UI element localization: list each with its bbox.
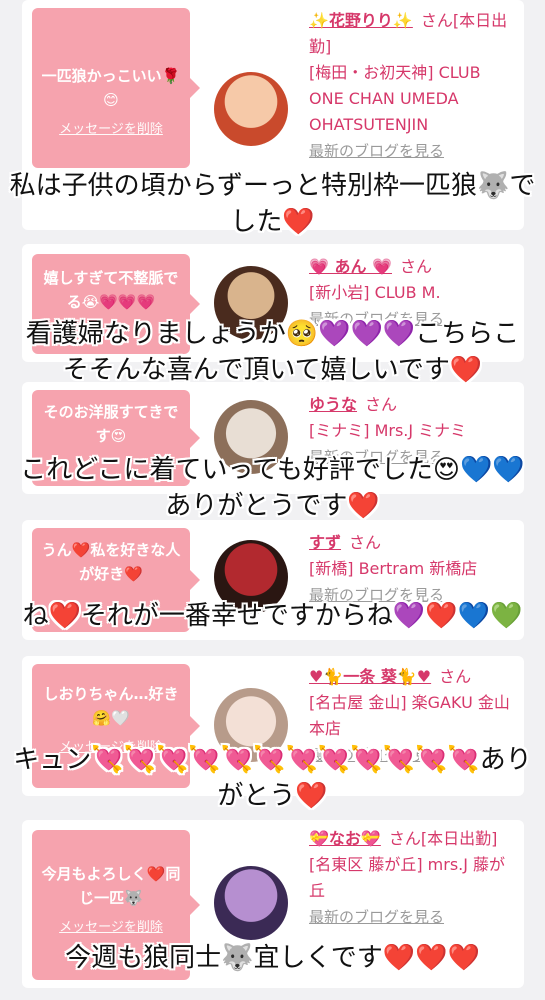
shop-name: [名東区 藤が丘] mrs.J 藤が丘	[309, 855, 506, 900]
message-text: 一匹狼かっこいい🌹😊	[41, 67, 181, 109]
girl-name-link[interactable]: ✨花野りり✨	[309, 11, 413, 30]
bubble-tail	[190, 716, 200, 736]
caption-overlay: ね❤️それが一番幸せですからね💜❤️💙💚	[22, 601, 523, 631]
delete-message-link[interactable]: メッセージを削除	[38, 916, 184, 940]
bubble-tail	[190, 78, 200, 98]
san-label: さん	[400, 257, 433, 276]
shop-name: [名古屋 金山] 楽GAKU 金山本店	[309, 693, 510, 738]
shop-name: [梅田・お初天神] CLUB ONE CHAN UMEDA OHATSUTENJ…	[309, 63, 481, 134]
delete-message-link[interactable]: メッセージを削除	[38, 118, 184, 142]
shop-name: [ミナミ] Mrs.J ミナミ	[309, 421, 467, 440]
san-label: さん	[439, 667, 472, 686]
girl-info: ✨花野りり✨ さん[本日出勤] [梅田・お初天神] CLUB ONE CHAN U…	[309, 8, 519, 164]
girl-name-link[interactable]: すず	[309, 533, 341, 552]
message-text: しおりちゃん…好き🤗🤍	[43, 685, 179, 727]
caption-overlay: キュン💘💘💘💘💘💘💘💘💘💘💘💘ありがとう❤️	[13, 745, 532, 811]
girl-info: すず さん [新橋] Bertram 新橋店 最新のブログを見る	[309, 530, 519, 608]
message-text: うん❤️私を好きな人が好き❤️	[41, 541, 181, 583]
san-label: さん	[349, 533, 382, 552]
san-label: さん	[365, 395, 398, 414]
bubble-tail	[190, 428, 200, 448]
girl-info: 💝なお💝 さん[本日出勤] [名東区 藤が丘] mrs.J 藤が丘 最新のブログを…	[309, 826, 519, 930]
girl-name-link[interactable]: 💗 あん 💗	[309, 257, 392, 276]
bubble-tail	[190, 570, 200, 590]
message-text: 今月もよろしく❤️同じ一匹🐺	[41, 865, 181, 907]
bubble-tail	[190, 895, 200, 915]
message-bubble: 一匹狼かっこいい🌹😊 メッセージを削除	[32, 8, 200, 168]
blog-link[interactable]: 最新のブログを見る	[309, 142, 444, 160]
blog-link[interactable]: 最新のブログを見る	[309, 908, 444, 926]
girl-name-link[interactable]: 💝なお💝	[309, 829, 381, 848]
bubble-tail	[190, 294, 200, 314]
avatar[interactable]	[214, 72, 288, 146]
san-label: さん[本日出勤]	[388, 829, 498, 848]
caption-overlay: これどこに着ていっても好評でした😍💙💙ありがとうです❤️	[20, 455, 525, 521]
message-text: 嬉しすぎて不整脈でる😭💗💗💗	[43, 269, 179, 311]
shop-name: [新小岩] CLUB M.	[309, 283, 441, 302]
caption-overlay: 今週も狼同士🐺宜しくです❤️❤️❤️	[65, 943, 480, 973]
caption-overlay: 看護婦なりましょうか🥺💜💜💜こちらこそそんな喜んで頂いて嬉しいです❤️	[25, 319, 520, 385]
avatar[interactable]	[214, 866, 288, 940]
girl-name-link[interactable]: ゆうな	[309, 395, 357, 414]
girl-name-link[interactable]: ♥🐈一条 葵🐈♥	[309, 667, 431, 686]
caption-overlay: 私は子供の頃からずーっと特別枠一匹狼🐺でした❤️	[9, 171, 536, 237]
message-text: そのお洋服すてきです😍	[43, 403, 179, 445]
shop-name: [新橋] Bertram 新橋店	[309, 559, 478, 578]
